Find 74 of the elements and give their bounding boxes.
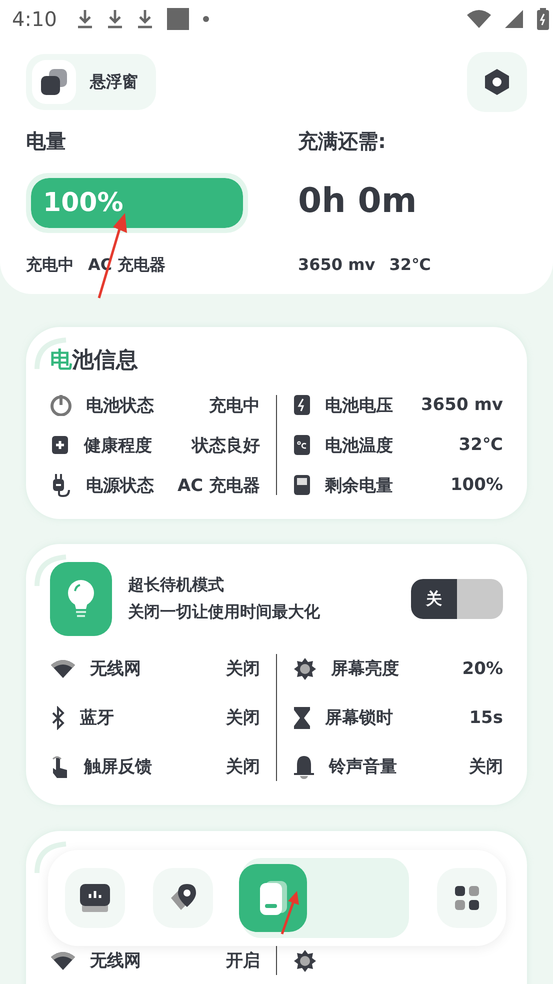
info-label: 剩余电量	[325, 474, 393, 496]
info-value: 开启	[226, 950, 260, 972]
info-value: 关闭	[226, 658, 260, 680]
download-icon	[76, 9, 93, 29]
cell-signal-icon	[505, 10, 523, 28]
annotation-arrow	[279, 890, 301, 936]
image-icon	[166, 8, 189, 30]
card-title: 电池信息	[50, 347, 138, 375]
standby-title: 超长待机模式	[128, 575, 225, 596]
power-icon	[50, 394, 72, 416]
info-value: 3650 mv	[420, 395, 503, 415]
info-label: 屏幕亮度	[331, 658, 399, 680]
battery-icon	[293, 474, 311, 496]
corner-arc	[34, 554, 68, 588]
battery-percent: 100%	[43, 188, 124, 218]
temperature-text: 32℃	[389, 255, 431, 274]
info-label: 蓝牙	[80, 707, 114, 729]
brightness-icon	[293, 948, 317, 972]
info-label: 触屏反馈	[84, 756, 152, 778]
lightbulb-icon	[66, 579, 96, 619]
wifi-icon	[50, 950, 76, 970]
bell-icon	[293, 754, 315, 778]
info-value: AC 充电器	[177, 474, 260, 496]
health-icon	[50, 435, 70, 455]
info-label: 无线网	[90, 658, 141, 680]
info-value: 100%	[450, 475, 503, 495]
charge-state: 充电中	[26, 255, 74, 276]
info-label: 无线网	[90, 950, 141, 972]
floating-window-button[interactable]: 悬浮窗	[26, 54, 156, 110]
info-label: 电池温度	[325, 434, 393, 456]
info-label: 铃声音量	[329, 756, 397, 778]
info-value: 15s	[469, 708, 503, 728]
info-value: 关闭	[226, 756, 260, 778]
info-label: 电池电压	[325, 394, 393, 416]
standby-subtitle: 关闭一切让使用时间最大化	[128, 602, 321, 623]
grid-icon	[453, 884, 481, 912]
info-label: 电池状态	[86, 394, 154, 416]
plug-icon	[50, 473, 72, 497]
chart-monitor-icon	[79, 882, 111, 914]
voltage-text: 3650 mv	[298, 255, 376, 274]
battery-label: 电量	[26, 128, 67, 155]
standby-toggle[interactable]: 关	[411, 579, 503, 619]
settings-icon	[483, 68, 511, 96]
battery-bolt-icon	[293, 394, 311, 416]
info-value: 20%	[462, 658, 503, 678]
info-value: 关闭	[226, 707, 260, 729]
settings-button[interactable]	[467, 52, 527, 112]
info-label: 电源状态	[86, 474, 154, 496]
status-time: 4:10	[12, 7, 57, 31]
download-icon	[136, 9, 153, 29]
remaining-label: 充满还需:	[298, 128, 387, 155]
nav-button[interactable]	[437, 868, 497, 928]
info-value: 充电中	[209, 394, 260, 416]
hourglass-icon	[293, 706, 311, 730]
nav-button[interactable]	[65, 868, 125, 928]
corner-arc	[34, 841, 68, 875]
nav-button[interactable]	[153, 868, 213, 928]
temperature-icon	[293, 434, 311, 456]
battery-icon	[257, 878, 289, 918]
battery-charging-icon	[537, 8, 549, 30]
info-value: 状态良好	[192, 434, 260, 456]
touch-icon	[50, 754, 70, 778]
wifi-signal-icon	[467, 10, 491, 28]
info-label: 健康程度	[84, 434, 152, 456]
dot-icon	[202, 16, 209, 22]
info-label: 屏幕锁时	[325, 707, 393, 729]
bluetooth-icon	[50, 706, 66, 730]
brightness-icon	[293, 656, 317, 680]
info-value: 32℃	[458, 435, 503, 455]
wifi-icon	[50, 658, 76, 678]
info-value: 关闭	[469, 756, 503, 778]
download-icon	[106, 9, 123, 29]
layers-icon	[40, 68, 68, 96]
remaining-time: 0h 0m	[298, 181, 418, 223]
